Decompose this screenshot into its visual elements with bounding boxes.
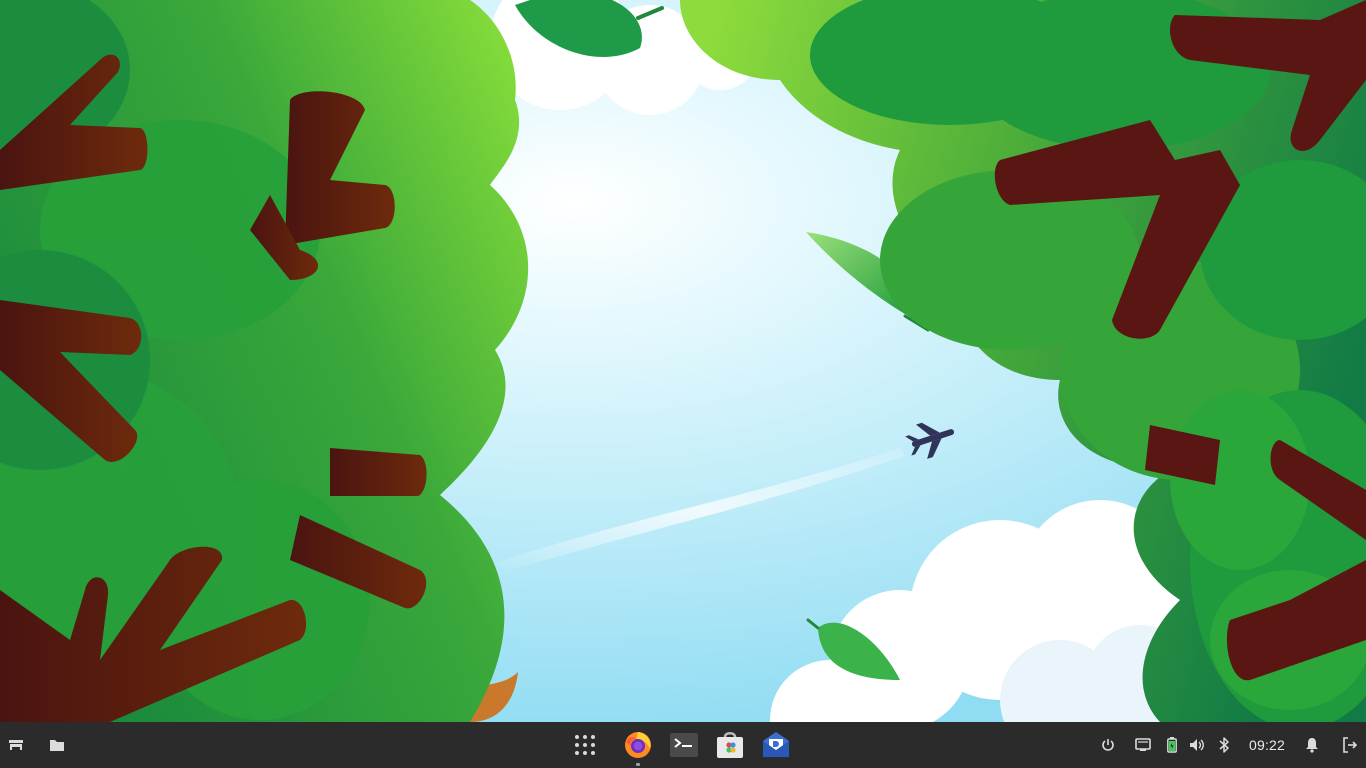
- mail-button[interactable]: [760, 729, 792, 761]
- software-store-button[interactable]: [714, 729, 746, 761]
- power-icon: [1101, 738, 1115, 752]
- mail-icon: [761, 731, 791, 759]
- taskbar: 09:22: [0, 722, 1366, 768]
- power-button[interactable]: [1092, 729, 1124, 761]
- desktop[interactable]: [0, 0, 1366, 722]
- clock[interactable]: 09:22: [1238, 729, 1296, 761]
- store-icon: [716, 731, 744, 759]
- firefox-button[interactable]: [622, 729, 654, 766]
- network-icon: [1135, 738, 1151, 752]
- running-indicator: [636, 763, 640, 766]
- bluetooth-icon: [1218, 737, 1230, 753]
- grid-icon: [574, 734, 596, 756]
- desktop-wallpaper: [0, 0, 1366, 722]
- folder-icon: [49, 737, 65, 753]
- volume-icon: [1189, 738, 1205, 752]
- logout-icon: [1342, 737, 1358, 753]
- terminal-button[interactable]: [668, 729, 700, 761]
- notifications-button[interactable]: [1296, 729, 1328, 761]
- app-grid-button[interactable]: [569, 729, 601, 761]
- firefox-icon: [623, 730, 653, 760]
- bell-icon: [1305, 737, 1319, 753]
- terminal-icon: [670, 733, 698, 757]
- battery-icon: [1167, 737, 1177, 753]
- logout-button[interactable]: [1334, 729, 1366, 761]
- network-button[interactable]: [1127, 729, 1159, 761]
- show-desktop-button[interactable]: [0, 729, 32, 761]
- drawer-icon: [8, 737, 24, 753]
- file-manager-button[interactable]: [41, 729, 73, 761]
- bluetooth-button[interactable]: [1208, 729, 1240, 761]
